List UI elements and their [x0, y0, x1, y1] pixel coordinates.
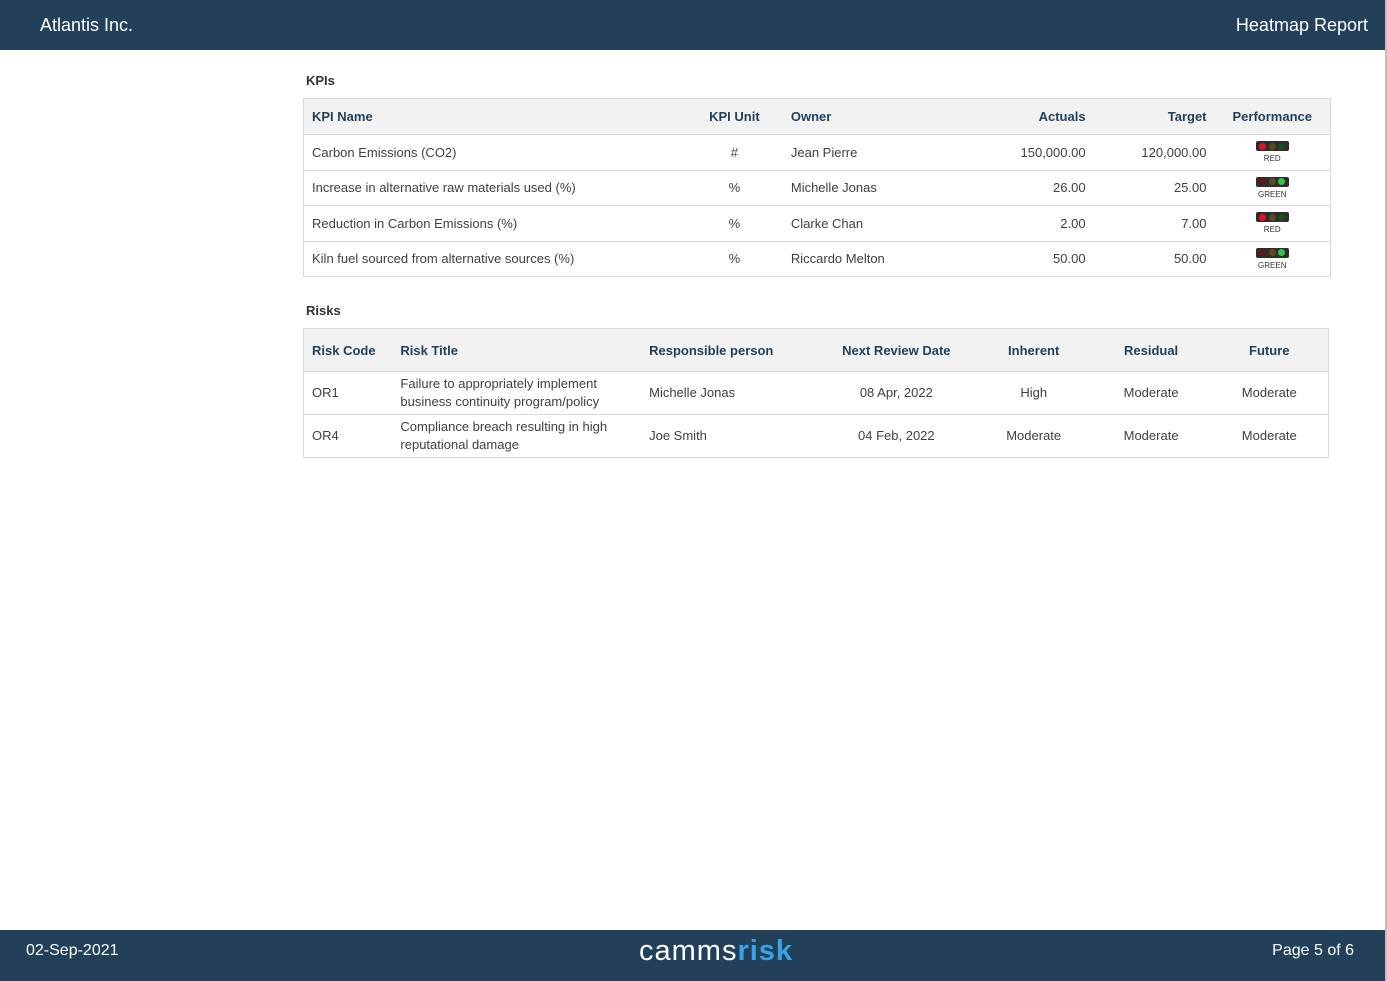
- kpi-performance: RED: [1214, 134, 1331, 171]
- kpi-actuals: 50.00: [912, 241, 1094, 277]
- risk-future: Moderate: [1210, 414, 1329, 458]
- performance-label: RED: [1263, 225, 1281, 235]
- risk-residual: Moderate: [1091, 371, 1211, 415]
- kpi-header-row: KPI Name KPI Unit Owner Actuals Target P…: [303, 98, 1331, 135]
- kpi-col-owner: Owner: [782, 98, 913, 135]
- risk-col-inherent: Inherent: [975, 328, 1092, 372]
- risk-col-future: Future: [1210, 328, 1329, 372]
- risk-future: Moderate: [1210, 371, 1329, 415]
- kpi-actuals: 2.00: [912, 205, 1094, 242]
- risk-col-code: Risk Code: [303, 328, 393, 372]
- kpi-performance: GREEN: [1214, 241, 1331, 277]
- kpi-unit: %: [685, 241, 783, 277]
- cammsrisk-logo: cammsrisk: [639, 935, 794, 967]
- kpi-col-name: KPI Name: [303, 98, 686, 135]
- risk-inherent: Moderate: [975, 414, 1092, 458]
- risks-section-title: Risks: [306, 303, 341, 318]
- kpi-name: Reduction in Carbon Emissions (%): [303, 205, 686, 242]
- kpi-unit: %: [685, 170, 783, 206]
- risk-inherent: High: [975, 371, 1092, 415]
- traffic-light-icon: GREEN: [1223, 176, 1323, 199]
- report-footer: 02-Sep-2021 cammsrisk Page 5 of 6: [0, 930, 1385, 981]
- risk-col-title: Risk Title: [392, 328, 642, 372]
- risk-review-date: 08 Apr, 2022: [816, 371, 976, 415]
- report-header: Atlantis Inc. Heatmap Report: [0, 0, 1385, 50]
- kpi-unit: #: [685, 134, 783, 171]
- performance-label: RED: [1263, 154, 1281, 164]
- kpi-performance: GREEN: [1214, 170, 1331, 206]
- risk-review-date: 04 Feb, 2022: [816, 414, 976, 458]
- risk-residual: Moderate: [1091, 414, 1211, 458]
- risk-table: Risk Code Risk Title Responsible person …: [303, 328, 1329, 458]
- performance-label: GREEN: [1258, 189, 1287, 199]
- kpi-target: 25.00: [1093, 170, 1215, 206]
- kpi-name: Carbon Emissions (CO2): [303, 134, 686, 171]
- risk-title: Failure to appropriately implement busin…: [392, 371, 642, 415]
- risk-code: OR4: [303, 414, 393, 458]
- risk-col-review-date: Next Review Date: [816, 328, 976, 372]
- table-row: Kiln fuel sourced from alternative sourc…: [303, 241, 1331, 277]
- risk-col-person: Responsible person: [641, 328, 817, 372]
- performance-label: GREEN: [1258, 260, 1287, 270]
- kpi-owner: Jean Pierre: [782, 134, 913, 171]
- kpi-col-performance: Performance: [1214, 98, 1331, 135]
- kpi-target: 120,000.00: [1093, 134, 1215, 171]
- kpi-table: KPI Name KPI Unit Owner Actuals Target P…: [303, 98, 1331, 277]
- kpi-actuals: 26.00: [912, 170, 1094, 206]
- table-row: Increase in alternative raw materials us…: [303, 170, 1331, 206]
- kpi-performance: RED: [1214, 205, 1331, 242]
- risk-title: Compliance breach resulting in high repu…: [392, 414, 642, 458]
- risk-person: Michelle Jonas: [641, 371, 817, 415]
- kpi-target: 50.00: [1093, 241, 1215, 277]
- kpi-owner: Michelle Jonas: [782, 170, 913, 206]
- kpi-col-actuals: Actuals: [912, 98, 1094, 135]
- report-date: 02-Sep-2021: [26, 942, 119, 959]
- kpi-owner: Riccardo Melton: [782, 241, 913, 277]
- kpi-unit: %: [685, 205, 783, 242]
- traffic-light-icon: RED: [1223, 141, 1323, 163]
- page-number: Page 5 of 6: [1272, 942, 1354, 959]
- traffic-light-icon: RED: [1223, 212, 1323, 234]
- kpi-target: 7.00: [1093, 205, 1215, 242]
- kpi-name: Increase in alternative raw materials us…: [303, 170, 686, 206]
- risk-col-residual: Residual: [1091, 328, 1211, 372]
- table-row: Carbon Emissions (CO2) # Jean Pierre 150…: [303, 134, 1331, 171]
- risk-header-row: Risk Code Risk Title Responsible person …: [303, 328, 1329, 372]
- report-title: Heatmap Report: [1235, 15, 1368, 35]
- risk-person: Joe Smith: [641, 414, 817, 458]
- kpi-owner: Clarke Chan: [782, 205, 913, 242]
- company-name: Atlantis Inc.: [40, 15, 134, 35]
- kpi-name: Kiln fuel sourced from alternative sourc…: [303, 241, 686, 277]
- table-row: OR1 Failure to appropriately implement b…: [303, 371, 1329, 415]
- table-row: OR4 Compliance breach resulting in high …: [303, 414, 1329, 458]
- traffic-light-icon: GREEN: [1223, 247, 1323, 270]
- kpi-actuals: 150,000.00: [912, 134, 1094, 171]
- kpis-section-title: KPIs: [306, 73, 335, 88]
- risk-code: OR1: [303, 371, 393, 415]
- kpi-col-unit: KPI Unit: [685, 98, 783, 135]
- table-row: Reduction in Carbon Emissions (%) % Clar…: [303, 205, 1331, 242]
- kpi-col-target: Target: [1093, 98, 1215, 135]
